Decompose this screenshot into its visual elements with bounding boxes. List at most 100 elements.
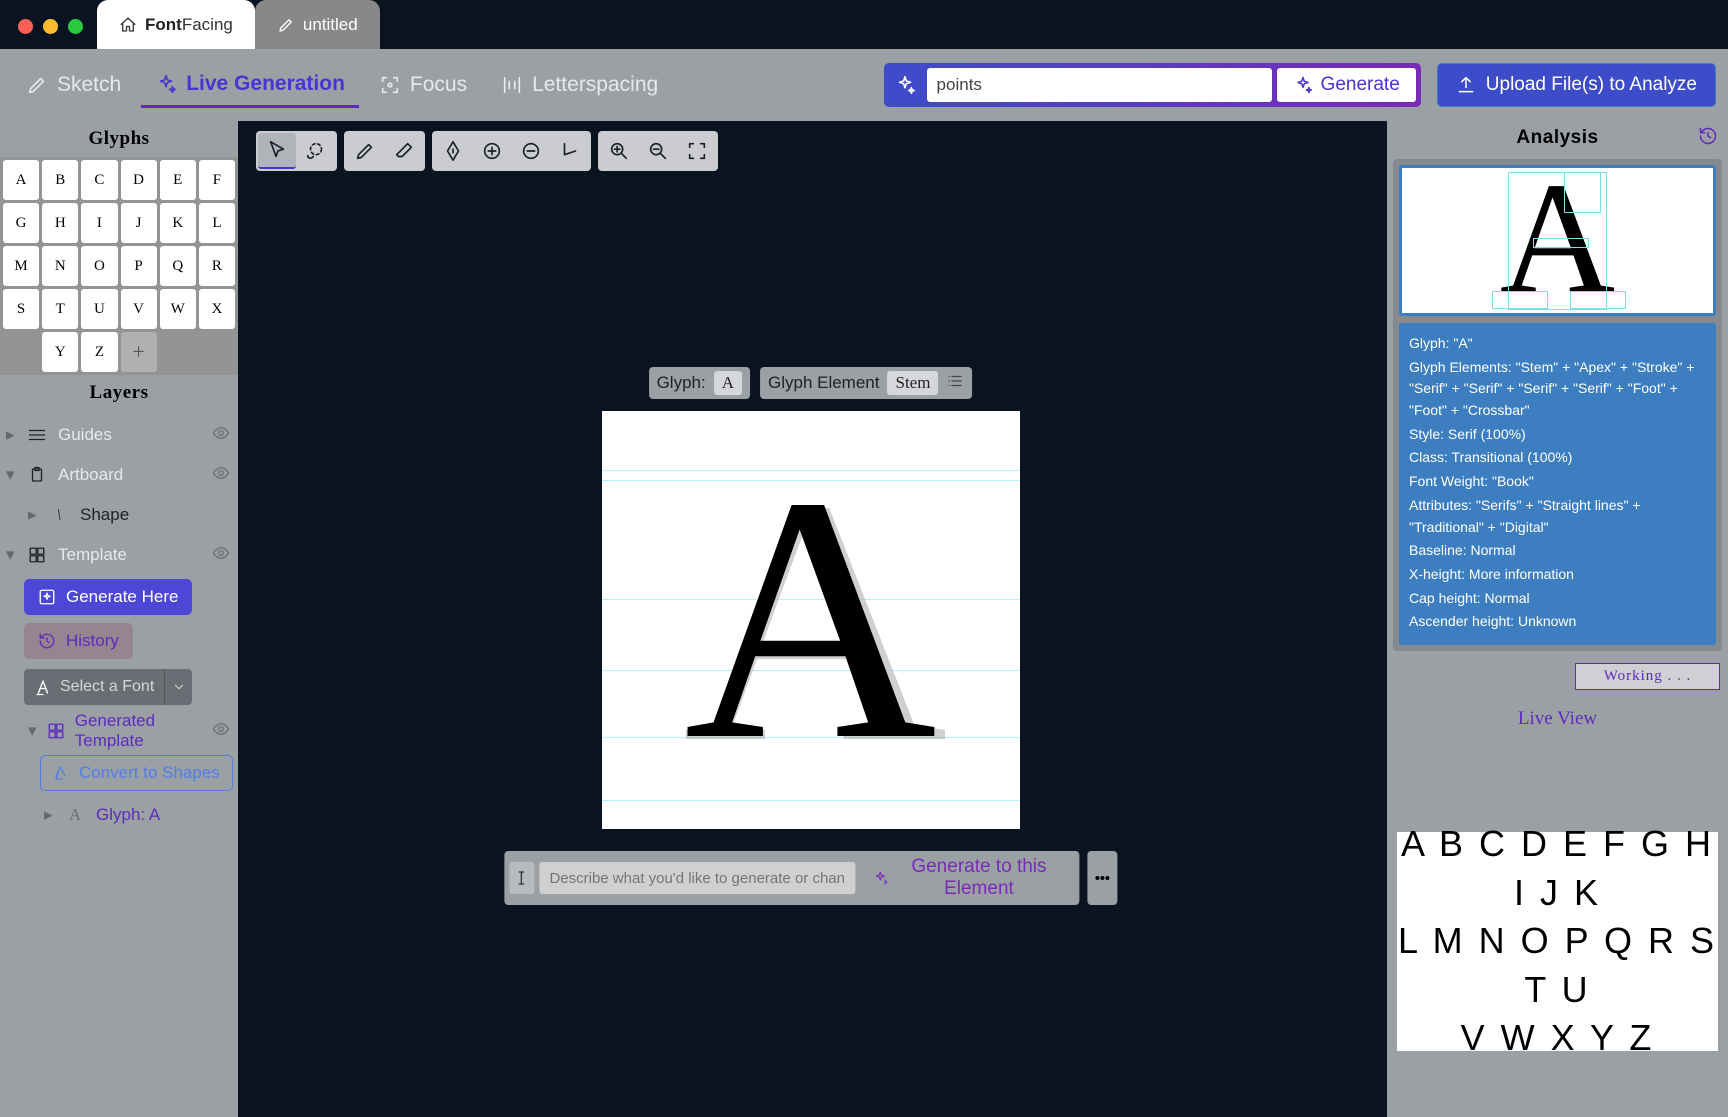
- mode-letterspacing[interactable]: Letterspacing: [487, 62, 672, 108]
- layer-shape[interactable]: ▸ \ Shape: [0, 495, 238, 535]
- dots-icon: [1092, 868, 1112, 888]
- remove-point-tool[interactable]: [512, 133, 550, 169]
- corner-tool[interactable]: [551, 133, 589, 169]
- glyph-cell-Y[interactable]: Y: [42, 332, 78, 372]
- analysis-header: Analysis: [1387, 121, 1728, 155]
- generate-bar: Generate: [884, 63, 1421, 107]
- right-panel: Analysis A Glyph: "A" Glyph Elements: "S…: [1383, 121, 1728, 1117]
- glyph-cell-Q[interactable]: Q: [160, 246, 196, 286]
- eraser-tool[interactable]: [385, 133, 423, 169]
- glyph-chip[interactable]: Glyph: A: [649, 367, 750, 399]
- tab-untitled[interactable]: untitled: [255, 0, 380, 49]
- minimize-window-button[interactable]: [43, 19, 58, 34]
- mode-sketch[interactable]: Sketch: [12, 62, 135, 108]
- text-cursor-icon: [509, 862, 535, 894]
- glyph-cell-V[interactable]: V: [121, 289, 157, 329]
- artboard[interactable]: A A: [602, 411, 1020, 829]
- info-glyph: Glyph: "A": [1409, 333, 1706, 355]
- tab-home[interactable]: FontFacing: [97, 0, 255, 49]
- glyph-element-chip[interactable]: Glyph Element Stem: [760, 367, 972, 399]
- glyph-cell-C[interactable]: C: [81, 160, 117, 200]
- convert-to-shapes-button[interactable]: Convert to Shapes: [40, 755, 233, 791]
- eye-icon[interactable]: [212, 424, 230, 447]
- glyph-cell-W[interactable]: W: [160, 289, 196, 329]
- canvas-area[interactable]: Glyph: A Glyph Element Stem A A: [238, 121, 1383, 1117]
- lasso-tool[interactable]: [297, 133, 335, 169]
- info-xheight: X-height: More information: [1409, 564, 1706, 586]
- glyph-cell-S[interactable]: S: [3, 289, 39, 329]
- add-glyph-button[interactable]: +: [121, 332, 157, 372]
- working-status[interactable]: Working . . .: [1575, 663, 1720, 690]
- glyph-cell-X[interactable]: X: [199, 289, 235, 329]
- mode-focus[interactable]: Focus: [365, 62, 481, 108]
- select-tool[interactable]: [258, 133, 296, 169]
- info-weight: Font Weight: "Book": [1409, 471, 1706, 493]
- glyph-cell-J[interactable]: J: [121, 203, 157, 243]
- glyph-cell-B[interactable]: B: [42, 160, 78, 200]
- glyph-cell-N[interactable]: N: [42, 246, 78, 286]
- layer-shape-label: Shape: [80, 505, 129, 525]
- prompt-input[interactable]: [539, 862, 854, 894]
- generate-here-label: Generate Here: [66, 587, 178, 607]
- letterspacing-icon: [501, 74, 523, 96]
- close-window-button[interactable]: [18, 19, 33, 34]
- glyph-cell-L[interactable]: L: [199, 203, 235, 243]
- history-icon[interactable]: [1698, 126, 1718, 151]
- generate-input[interactable]: [927, 68, 1272, 102]
- annotation-box: [1564, 172, 1601, 213]
- tabs: FontFacing untitled: [97, 0, 380, 49]
- glyph-cell-P[interactable]: P: [121, 246, 157, 286]
- mode-live-generation[interactable]: Live Generation: [141, 62, 359, 108]
- info-class: Class: Transitional (100%): [1409, 447, 1706, 469]
- sparkle-icon: [155, 73, 177, 95]
- glyph-cell-H[interactable]: H: [42, 203, 78, 243]
- pen-tool[interactable]: [434, 133, 472, 169]
- history-button[interactable]: History: [24, 623, 133, 659]
- glyph-cell-F[interactable]: F: [199, 160, 235, 200]
- layer-guides[interactable]: ▸ Guides: [0, 415, 238, 455]
- layer-guides-label: Guides: [58, 425, 112, 445]
- add-point-tool[interactable]: [473, 133, 511, 169]
- prompt-group: Generate to this Element: [504, 851, 1079, 905]
- glyph-cell-O[interactable]: O: [81, 246, 117, 286]
- eye-icon[interactable]: [212, 720, 230, 743]
- zoom-in-tool[interactable]: [600, 133, 638, 169]
- glyph-chip-label: Glyph:: [657, 373, 706, 393]
- font-select-label: Select a Font: [60, 678, 154, 696]
- zoom-out-tool[interactable]: [639, 133, 677, 169]
- generate-button[interactable]: Generate: [1277, 68, 1416, 102]
- glyph-cell-G[interactable]: G: [3, 203, 39, 243]
- glyph-cell-R[interactable]: R: [199, 246, 235, 286]
- generate-here-button[interactable]: Generate Here: [24, 579, 192, 615]
- fit-tool[interactable]: [678, 133, 716, 169]
- maximize-window-button[interactable]: [68, 19, 83, 34]
- window-controls: [0, 19, 97, 49]
- generate-to-element-button[interactable]: Generate to this Element: [860, 856, 1074, 900]
- glyph-cell-K[interactable]: K: [160, 203, 196, 243]
- analysis-thumbnail[interactable]: A: [1399, 165, 1716, 316]
- glyph-cell-E[interactable]: E: [160, 160, 196, 200]
- eye-icon[interactable]: [212, 464, 230, 487]
- live-line-1: A B C D E F G H I J K: [1397, 820, 1718, 917]
- chevron-down-icon: ▾: [28, 721, 37, 741]
- pencil-icon: [26, 74, 48, 96]
- list-icon[interactable]: [946, 372, 964, 395]
- glyph-cell-T[interactable]: T: [42, 289, 78, 329]
- layer-glyph-a[interactable]: ▸ A Glyph: A: [0, 795, 238, 835]
- chevron-down-icon[interactable]: [164, 669, 192, 705]
- pencil-tool[interactable]: [346, 133, 384, 169]
- glyph-cell-M[interactable]: M: [3, 246, 39, 286]
- glyph-cell-A[interactable]: A: [3, 160, 39, 200]
- font-select[interactable]: Select a Font: [24, 669, 238, 705]
- upload-button[interactable]: Upload File(s) to Analyze: [1437, 63, 1716, 107]
- focus-icon: [379, 74, 401, 96]
- more-button[interactable]: [1087, 851, 1117, 905]
- glyph-cell-I[interactable]: I: [81, 203, 117, 243]
- layer-generated-template[interactable]: ▾ Generated Template: [0, 711, 238, 751]
- glyph-cell-D[interactable]: D: [121, 160, 157, 200]
- layer-artboard[interactable]: ▾ Artboard: [0, 455, 238, 495]
- glyph-cell-U[interactable]: U: [81, 289, 117, 329]
- eye-icon[interactable]: [212, 544, 230, 567]
- glyph-cell-Z[interactable]: Z: [81, 332, 117, 372]
- layer-template[interactable]: ▾ Template: [0, 535, 238, 575]
